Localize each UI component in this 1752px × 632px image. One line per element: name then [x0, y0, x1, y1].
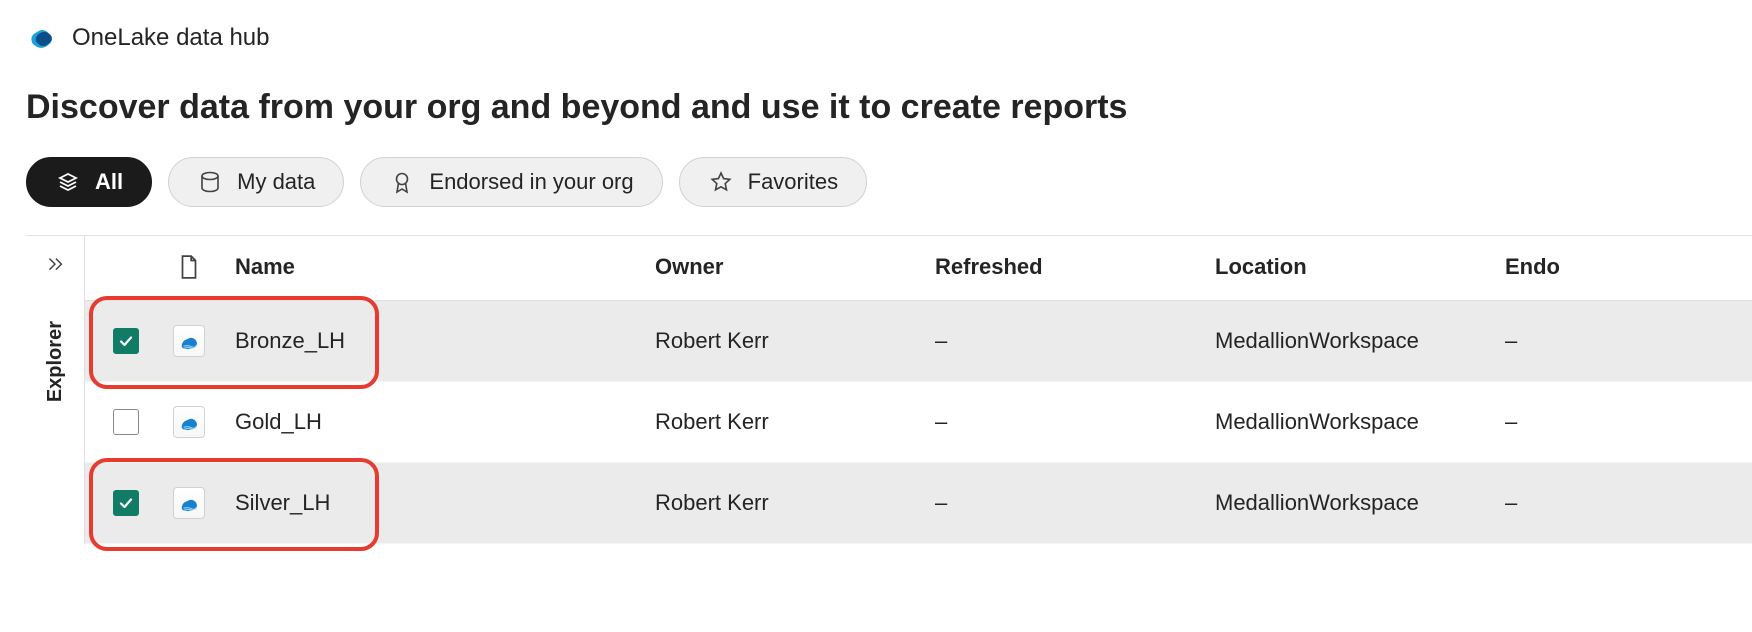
- lakehouse-icon: [173, 325, 205, 357]
- col-header-select: [85, 236, 153, 301]
- cell-location[interactable]: MedallionWorkspace: [1205, 382, 1495, 463]
- filter-label: Favorites: [748, 169, 838, 195]
- col-header-refreshed[interactable]: Refreshed: [925, 236, 1205, 301]
- data-table: Name Owner Refreshed Location Endo Bronz…: [84, 236, 1752, 544]
- col-header-location[interactable]: Location: [1205, 236, 1495, 301]
- row-checkbox[interactable]: [113, 328, 139, 354]
- app-header: OneLake data hub: [0, 0, 1752, 74]
- cell-refreshed: –: [925, 382, 1205, 463]
- explorer-label: Explorer: [44, 321, 67, 402]
- cell-endorsement: –: [1495, 301, 1752, 382]
- cell-owner: Robert Kerr: [645, 301, 925, 382]
- col-header-endorsement[interactable]: Endo: [1495, 236, 1752, 301]
- table-row[interactable]: Silver_LHRobert Kerr–MedallionWorkspace–: [85, 463, 1752, 544]
- cell-location[interactable]: MedallionWorkspace: [1205, 301, 1495, 382]
- row-checkbox[interactable]: [113, 409, 139, 435]
- filter-label: My data: [237, 169, 315, 195]
- onelake-logo-icon: [26, 22, 58, 54]
- cell-owner: Robert Kerr: [645, 463, 925, 544]
- content-area: Explorer Name Owner Refreshed Location: [26, 235, 1752, 544]
- filter-my-data[interactable]: My data: [168, 157, 344, 207]
- table-header-row: Name Owner Refreshed Location Endo: [85, 236, 1752, 301]
- filter-label: Endorsed in your org: [429, 169, 633, 195]
- cell-name[interactable]: Gold_LH: [225, 382, 645, 463]
- cell-location[interactable]: MedallionWorkspace: [1205, 463, 1495, 544]
- lakehouse-icon: [173, 487, 205, 519]
- cell-endorsement: –: [1495, 382, 1752, 463]
- cell-name[interactable]: Bronze_LH: [225, 301, 645, 382]
- col-header-type-icon[interactable]: [153, 236, 225, 301]
- filter-all[interactable]: All: [26, 157, 152, 207]
- stack-icon: [55, 169, 81, 195]
- ribbon-icon: [389, 169, 415, 195]
- star-icon: [708, 169, 734, 195]
- col-header-name[interactable]: Name: [225, 236, 645, 301]
- filter-label: All: [95, 169, 123, 195]
- filter-endorsed[interactable]: Endorsed in your org: [360, 157, 662, 207]
- filter-pill-bar: All My data Endorsed in your org Favorit…: [0, 157, 1752, 235]
- chevron-expand-icon: [44, 254, 66, 281]
- explorer-panel-collapsed[interactable]: Explorer: [26, 236, 84, 544]
- cell-refreshed: –: [925, 463, 1205, 544]
- page-headline: Discover data from your org and beyond a…: [0, 74, 1752, 157]
- cell-name[interactable]: Silver_LH: [225, 463, 645, 544]
- col-header-owner[interactable]: Owner: [645, 236, 925, 301]
- row-checkbox[interactable]: [113, 490, 139, 516]
- cell-endorsement: –: [1495, 463, 1752, 544]
- app-title: OneLake data hub: [72, 24, 270, 52]
- cylinder-icon: [197, 169, 223, 195]
- lakehouse-icon: [173, 406, 205, 438]
- table-row[interactable]: Gold_LHRobert Kerr–MedallionWorkspace–: [85, 382, 1752, 463]
- cell-refreshed: –: [925, 301, 1205, 382]
- filter-favorites[interactable]: Favorites: [679, 157, 867, 207]
- cell-owner: Robert Kerr: [645, 382, 925, 463]
- table-row[interactable]: Bronze_LHRobert Kerr–MedallionWorkspace–: [85, 301, 1752, 382]
